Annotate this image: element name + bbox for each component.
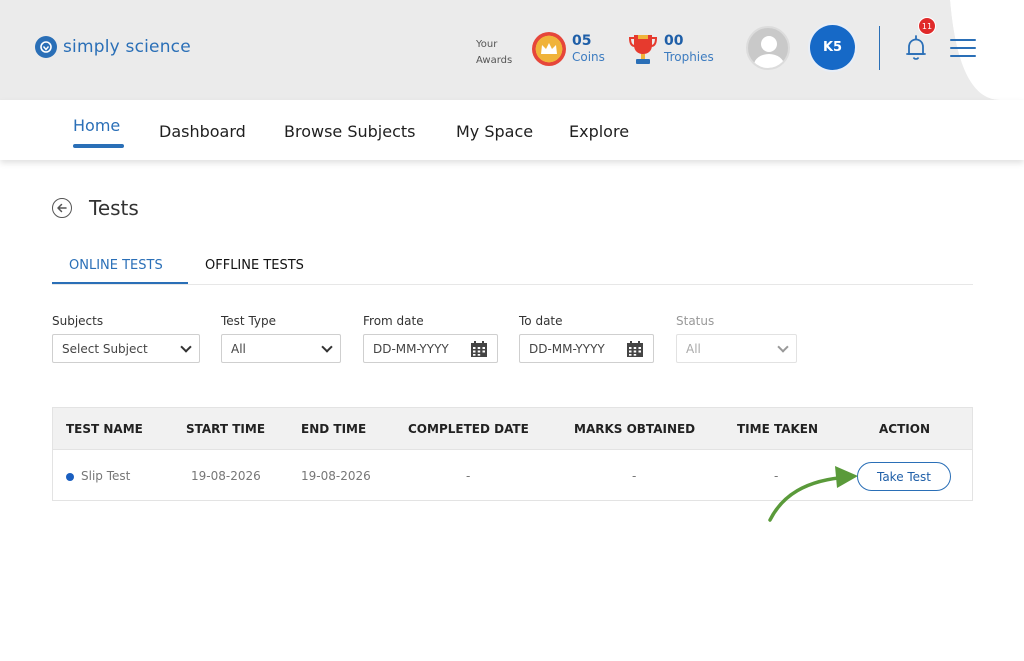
- trophies-count: 00: [664, 33, 684, 49]
- subjects-value: Select Subject: [62, 341, 148, 356]
- nav-my-space[interactable]: My Space: [456, 122, 533, 141]
- status-label: Status: [676, 314, 715, 328]
- nav-active-indicator: [73, 144, 124, 148]
- notification-badge: 11: [918, 17, 936, 35]
- user-avatar-icon[interactable]: [746, 26, 790, 70]
- nav-dashboard[interactable]: Dashboard: [159, 122, 246, 141]
- trophies-award[interactable]: 00 Trophies: [628, 32, 714, 66]
- subjects-label: Subjects: [52, 314, 104, 328]
- trophies-label: Trophies: [664, 50, 714, 64]
- chevron-down-icon: [180, 340, 192, 353]
- tab-offline-tests[interactable]: OFFLINE TESTS: [205, 258, 304, 273]
- test-name-cell: Slip Test: [81, 469, 131, 483]
- start-time-cell: 19-08-2026: [191, 469, 261, 483]
- column-header: COMPLETED DATE: [408, 422, 529, 436]
- tab-online-tests[interactable]: ONLINE TESTS: [69, 258, 163, 273]
- main-nav: Home Dashboard Browse Subjects My Space …: [0, 100, 1024, 160]
- page-header: Tests: [52, 196, 139, 220]
- crown-coin-icon: [532, 32, 566, 66]
- column-header: TIME TAKEN: [737, 422, 819, 436]
- pointer-arrow-icon: [768, 466, 858, 522]
- brand-logo[interactable]: simply science: [35, 36, 191, 58]
- chevron-down-icon: [321, 340, 333, 353]
- to-date-value: DD-MM-YYYY: [529, 341, 605, 356]
- tab-active-indicator: [52, 282, 188, 284]
- nav-explore[interactable]: Explore: [569, 122, 629, 141]
- status-value: All: [686, 341, 701, 356]
- header-divider: [879, 26, 880, 70]
- status-dot: [66, 473, 74, 481]
- test-type-label: Test Type: [221, 314, 277, 328]
- column-header: MARKS OBTAINED: [574, 422, 696, 436]
- menu-icon[interactable]: [950, 39, 976, 57]
- test-type-select[interactable]: All: [221, 334, 341, 363]
- test-tabs: ONLINE TESTS OFFLINE TESTS: [52, 252, 973, 285]
- coins-count: 05: [572, 33, 592, 49]
- completed-date-cell: -: [466, 469, 471, 483]
- brand-name: simply science: [63, 37, 191, 57]
- page-title: Tests: [89, 196, 139, 220]
- to-date-field[interactable]: DD-MM-YYYY: [519, 334, 654, 363]
- to-date-label: To date: [519, 314, 563, 328]
- nav-browse-subjects[interactable]: Browse Subjects: [284, 122, 416, 141]
- subjects-select[interactable]: Select Subject: [52, 334, 200, 363]
- user-initials-button[interactable]: K5: [810, 25, 855, 70]
- table-header: TEST NAME START TIME END TIME COMPLETED …: [53, 408, 972, 450]
- trophy-icon: [628, 32, 658, 66]
- column-header: ACTION: [879, 422, 930, 436]
- nav-home[interactable]: Home: [73, 116, 120, 135]
- coins-award[interactable]: 05 Coins: [532, 32, 605, 66]
- chevron-down-icon: [777, 340, 789, 353]
- marks-obtained-cell: -: [632, 469, 637, 483]
- logo-icon: [35, 36, 57, 58]
- status-select: All: [676, 334, 797, 363]
- column-header: END TIME: [301, 422, 367, 436]
- end-time-cell: 19-08-2026: [301, 469, 371, 483]
- test-type-value: All: [231, 341, 246, 356]
- bell-icon[interactable]: [905, 34, 927, 62]
- calendar-icon[interactable]: [626, 340, 644, 358]
- from-date-value: DD-MM-YYYY: [373, 341, 449, 356]
- column-header: TEST NAME: [66, 422, 143, 436]
- coins-label: Coins: [572, 50, 605, 64]
- back-arrow-icon[interactable]: [52, 198, 72, 218]
- from-date-field[interactable]: DD-MM-YYYY: [363, 334, 498, 363]
- column-header: START TIME: [186, 422, 266, 436]
- from-date-label: From date: [363, 314, 424, 328]
- awards-label: Your Awards: [476, 39, 513, 66]
- take-test-button[interactable]: Take Test: [857, 462, 951, 491]
- calendar-icon[interactable]: [470, 340, 488, 358]
